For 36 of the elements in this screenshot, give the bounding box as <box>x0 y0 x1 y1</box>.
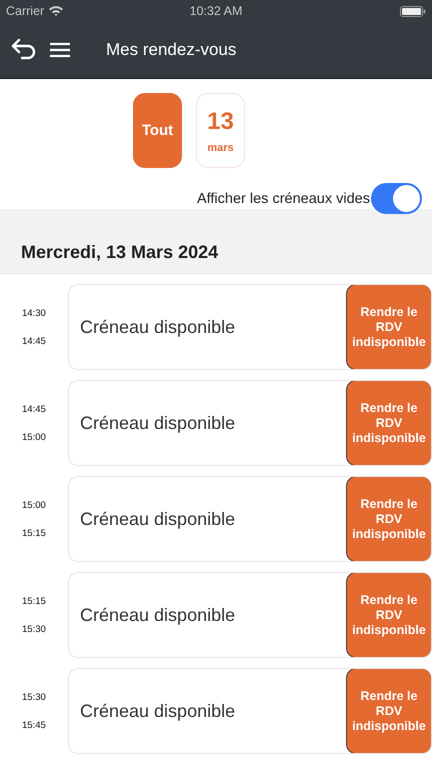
slot-label: Créneau disponible <box>79 508 236 530</box>
slot-card[interactable]: Créneau disponible Rendre le RDV indisponible <box>68 668 432 754</box>
date-filter-tab[interactable]: 13 mars <box>196 93 245 168</box>
carrier-name: Carrier <box>6 4 44 18</box>
end-time: 15:45 <box>22 720 47 730</box>
status-time: 10:32 AM <box>190 4 242 18</box>
make-unavailable-button[interactable]: Rendre le RDV indisponible <box>346 285 431 369</box>
battery-icon <box>400 6 426 16</box>
make-unavailable-button[interactable]: Rendre le RDV indisponible <box>346 381 431 465</box>
make-unavailable-button[interactable]: Rendre le RDV indisponible <box>346 477 431 561</box>
end-time: 15:00 <box>22 432 47 442</box>
slot-label: Créneau disponible <box>79 700 236 722</box>
end-time: 14:45 <box>22 336 47 346</box>
start-time: 15:00 <box>22 500 47 510</box>
screen-title: Mes rendez-vous <box>106 40 236 60</box>
empty-slots-switch[interactable] <box>371 183 422 214</box>
make-unavailable-button[interactable]: Rendre le RDV indisponible <box>346 669 431 753</box>
day-heading: Mercredi, 13 Mars 2024 <box>21 242 218 263</box>
start-time: 14:30 <box>22 308 47 318</box>
toggle-label: Afficher les créneaux vides <box>196 190 370 206</box>
menu-icon[interactable] <box>50 42 70 58</box>
end-time: 15:30 <box>22 624 47 634</box>
wifi-icon <box>48 5 64 17</box>
slot-label: Créneau disponible <box>79 316 236 338</box>
slot-card[interactable]: Créneau disponible Rendre le RDV indisponible <box>68 284 432 370</box>
date-filter-tab[interactable]: Tout <box>133 93 182 168</box>
slot-card[interactable]: Créneau disponible Rendre le RDV indisponible <box>68 380 432 466</box>
start-time: 15:15 <box>22 596 47 606</box>
slot-label: Créneau disponible <box>79 604 236 626</box>
make-unavailable-button[interactable]: Rendre le RDV indisponible <box>346 573 431 657</box>
start-time: 15:30 <box>22 692 47 702</box>
slot-card[interactable]: Créneau disponible Rendre le RDV indisponible <box>68 476 432 562</box>
slot-card[interactable]: Créneau disponible Rendre le RDV indisponible <box>68 572 432 658</box>
slot-label: Créneau disponible <box>79 412 236 434</box>
end-time: 15:15 <box>22 528 47 538</box>
start-time: 14:45 <box>22 404 47 414</box>
